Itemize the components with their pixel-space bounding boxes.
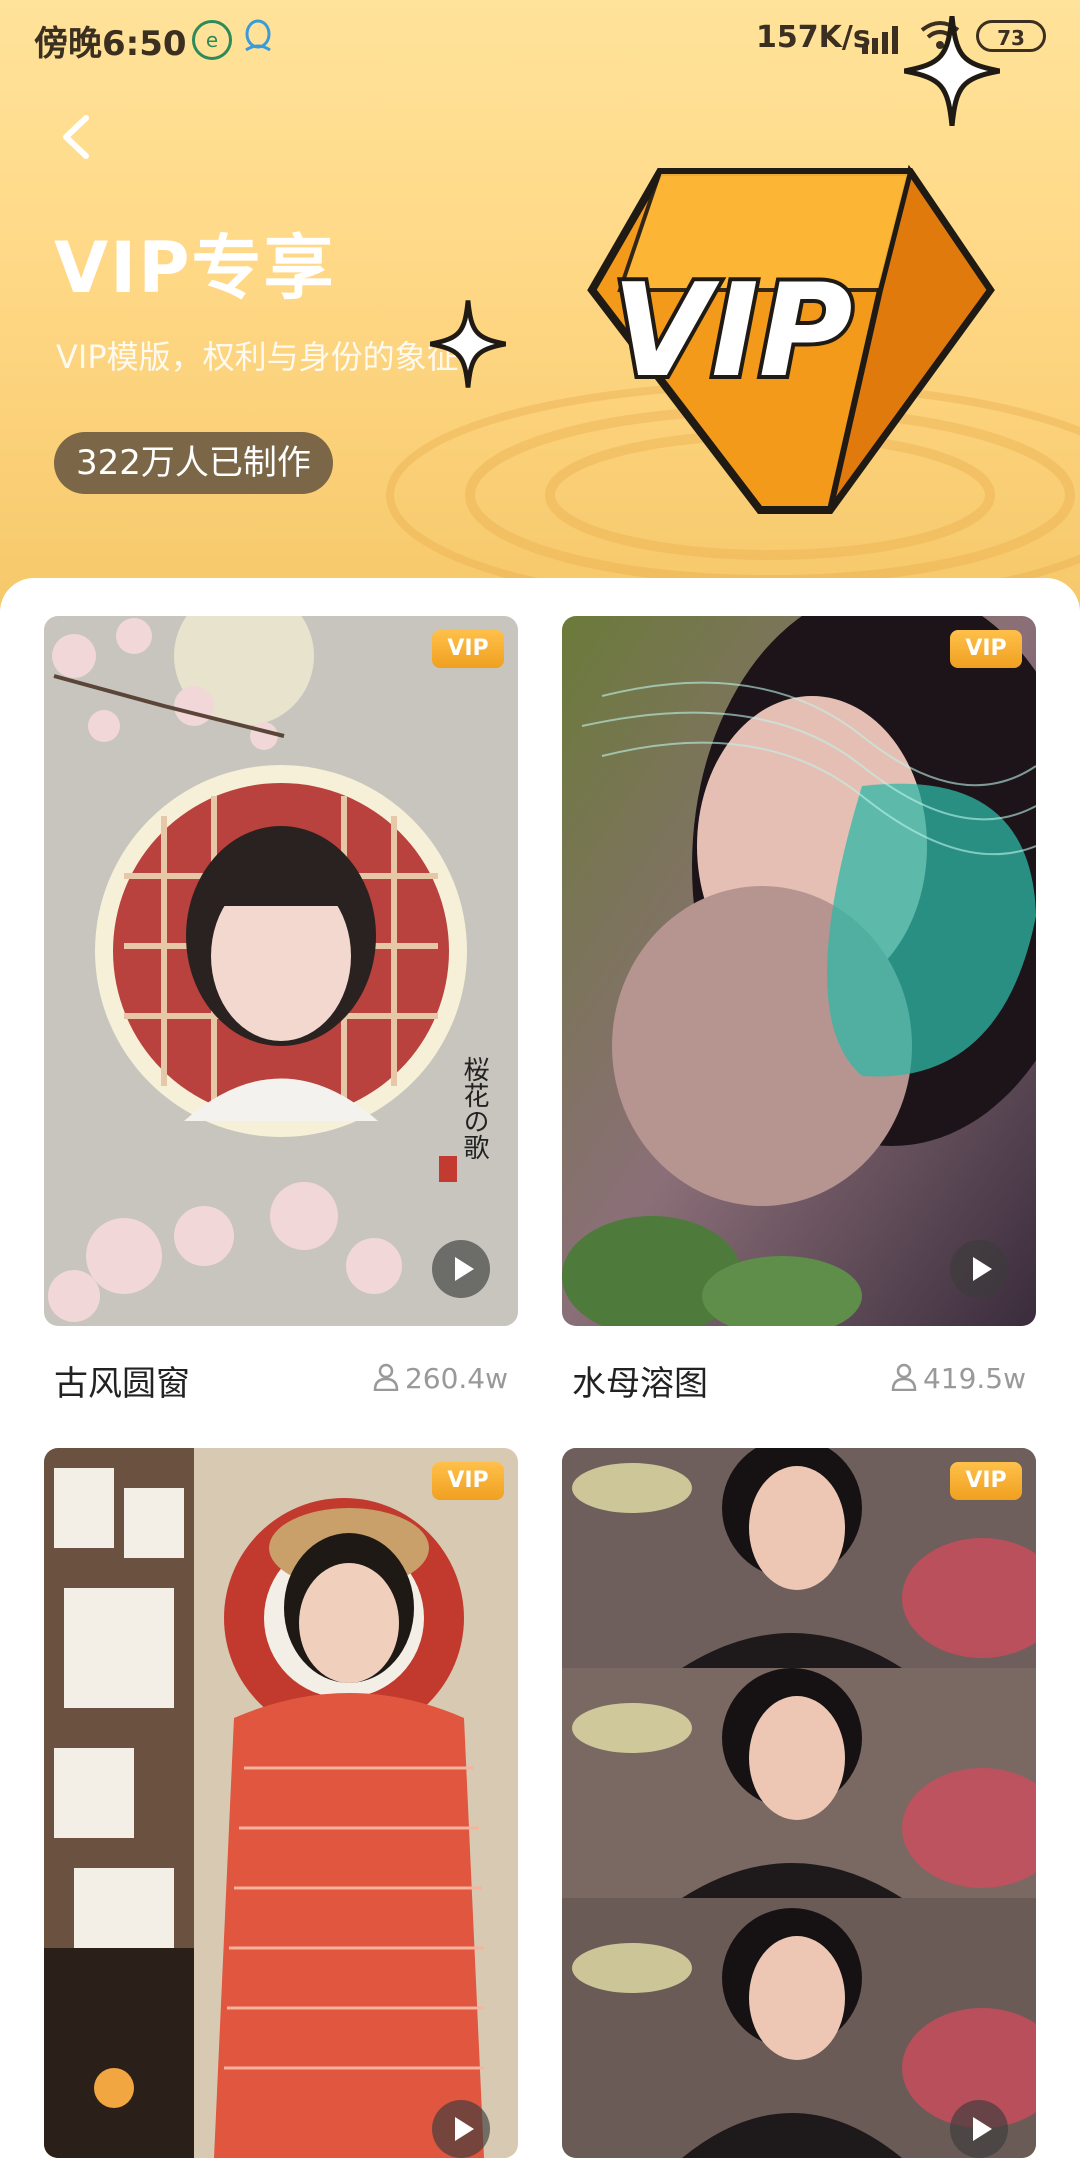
header-banner: 傍晚6:50 e 157K/s 73 VIP专享 VIP模版，权利与身份的象征 … (0, 0, 1080, 610)
template-name: 古风圆窗 (54, 1364, 190, 1404)
thumbnail-image: 桜花の歌 (44, 616, 518, 1326)
network-speed: 157K/s (756, 20, 871, 55)
play-icon (973, 2117, 992, 2141)
play-button[interactable] (432, 1240, 490, 1298)
template-name: 水母溶图 (572, 1364, 708, 1404)
template-card[interactable]: 桜花の歌 VIP 古风圆窗 260.4w (44, 616, 518, 1416)
template-thumbnail[interactable]: 桜花の歌 VIP (44, 616, 518, 1326)
template-card[interactable]: VIP 水母溶图 419.5w (562, 616, 1036, 1416)
template-thumbnail[interactable]: VIP (44, 1448, 518, 2158)
vip-badge: VIP (432, 1462, 504, 1500)
play-icon (455, 2117, 474, 2141)
template-usage: 260.4w (373, 1362, 508, 1395)
play-button[interactable] (432, 2100, 490, 2158)
sparkle-icon (904, 16, 1000, 126)
vertical-caption: 桜花の歌 (459, 1056, 489, 1160)
play-button[interactable] (950, 1240, 1008, 1298)
user-icon (891, 1363, 917, 1391)
template-card[interactable]: VIP (562, 1448, 1036, 2160)
vip-emblem-text: VIP (612, 257, 853, 406)
usage-count: 419.5w (922, 1362, 1026, 1395)
back-button[interactable] (52, 110, 106, 164)
play-icon (973, 1257, 992, 1281)
page-subtitle: VIP模版，权利与身份的象征 (56, 338, 459, 376)
made-count-pill: 322万人已制作 (54, 432, 333, 494)
template-usage: 419.5w (891, 1362, 1026, 1395)
app-notification-icon: e (192, 20, 232, 60)
play-button[interactable] (950, 2100, 1008, 2158)
template-thumbnail[interactable]: VIP (562, 616, 1036, 1326)
page-title: VIP专享 (54, 227, 336, 309)
qq-icon (245, 19, 271, 52)
vip-badge: VIP (432, 630, 504, 668)
thumbnail-image (562, 1448, 1036, 2158)
vip-badge: VIP (950, 1462, 1022, 1500)
user-icon (373, 1363, 399, 1391)
vip-badge: VIP (950, 630, 1022, 668)
template-thumbnail[interactable]: VIP (562, 1448, 1036, 2158)
signal-icon (862, 26, 898, 54)
template-grid: 桜花の歌 VIP 古风圆窗 260.4w VIP 水母溶图 419.5w VIP… (0, 578, 1080, 2160)
vip-diamond-icon: VIP (587, 164, 995, 514)
status-time: 傍晚6:50 (34, 24, 187, 64)
sparkle-icon (430, 300, 506, 388)
thumbnail-image (44, 1448, 518, 2158)
thumbnail-image (562, 616, 1036, 1326)
play-icon (455, 1257, 474, 1281)
template-card[interactable]: VIP (44, 1448, 518, 2160)
usage-count: 260.4w (404, 1362, 508, 1395)
